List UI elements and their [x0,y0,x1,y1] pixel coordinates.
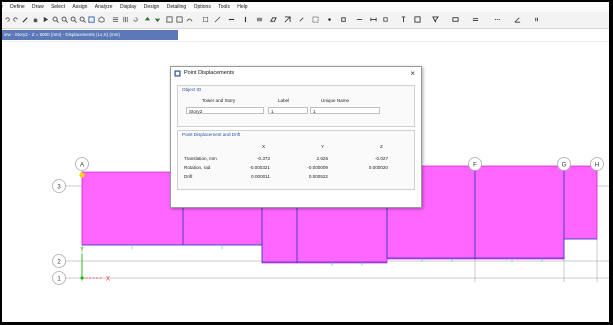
elevation-view-icon[interactable] [122,16,129,23]
label-header: Label [278,98,290,103]
rotation-x: -0.000321 [249,165,270,170]
menu-item-select[interactable]: Select [51,2,65,12]
translation-z: -0.027 [374,156,388,161]
toolbar [2,13,609,29]
draw-beam-icon[interactable] [228,16,235,23]
link-objects-icon[interactable] [494,16,501,23]
frame-objects-icon[interactable] [414,16,421,23]
menu-item-tools[interactable]: Tools [218,2,230,12]
displacement-group-title: Point Displacement and Drift [182,132,241,137]
unique-name-header: Unique Name [321,98,350,103]
menu-item-analyze[interactable]: Analyze [95,2,113,12]
undo-icon[interactable] [4,16,11,23]
set-display-icon[interactable] [176,16,183,23]
tower-story-header: Tower and Story [202,98,236,103]
diagram-segment-6 [474,165,565,260]
close-icon[interactable]: × [410,67,415,80]
angle-icon[interactable] [514,16,521,23]
etabs-window: e Define Draw Select Assign Analyze Disp… [2,2,609,322]
menu-item-draw[interactable]: Draw [32,2,44,12]
rotate-icon[interactable] [132,16,139,23]
line-style-icon[interactable] [472,16,479,23]
rotation-label: Rotation, rad [184,165,211,170]
menu-item-assign[interactable]: Assign [72,2,87,12]
drift-y: 0.000522 [308,174,328,179]
draw-link-icon[interactable] [298,16,305,23]
grid-label-f: F [473,163,477,169]
draw-wall-icon[interactable] [256,16,263,23]
lock-icon[interactable] [32,16,39,23]
quick-draw-icon[interactable] [340,16,347,23]
view-tab-bar: iew - Story2 - Z = 6000 (mm) - Displacem… [2,29,609,41]
drift-label: Drift [184,174,193,179]
area-objects-icon[interactable] [452,16,459,23]
object-id-group: Object ID Tower and Story Label Unique N… [177,85,415,127]
filter-icon[interactable] [432,16,439,23]
pan-icon[interactable] [88,16,95,23]
menu-bar: e Define Draw Select Assign Analyze Disp… [2,2,609,12]
menu-item-display[interactable]: Display [120,2,136,12]
reference-point-icon[interactable] [382,16,389,23]
object-id-group-title: Object ID [182,87,202,92]
move-down-icon[interactable] [154,16,161,23]
unique-name-field: 1 [310,107,380,114]
diagram-segment-1 [81,171,184,246]
app-icon [174,70,181,77]
section-cut-icon[interactable] [356,16,363,23]
translation-y: 2.625 [316,156,329,161]
menu-item-edit[interactable]: e [2,2,3,12]
more-tools-icon[interactable] [534,16,541,23]
draw-floor-icon[interactable] [270,16,277,23]
run-icon[interactable] [42,16,49,23]
translation-label: Translation, mm [184,156,217,161]
dialog-title: Point Displacements [184,70,235,76]
display-options-icon[interactable] [166,16,173,23]
deformed-shape-icon[interactable] [186,16,193,23]
menu-item-help[interactable]: Help [237,2,247,12]
selected-point-marker [79,172,85,178]
redo-icon[interactable] [12,16,19,23]
rotation-z: 0.000020 [368,165,388,170]
point-displacements-dialog: Point Displacements × Object ID Tower an… [170,66,422,208]
translation-x: -0.372 [256,156,270,161]
zoom-out-icon[interactable] [61,16,68,23]
view-3d-icon[interactable] [98,16,105,23]
text-icon[interactable] [400,16,407,23]
displacement-drift-group: Point Displacement and Drift X Y Z Trans… [177,130,415,190]
zoom-previous-icon[interactable] [79,16,86,23]
col-x-header: X [262,144,266,149]
menu-item-define[interactable]: Define [10,2,24,12]
move-up-icon[interactable] [144,16,151,23]
menu-item-detailing[interactable]: Detailing [167,2,186,12]
view-tab[interactable]: iew - Story2 - Z = 6000 (mm) - Displacem… [2,30,178,40]
dimension-icon[interactable] [370,16,377,23]
y-axis-label: Y [80,247,84,253]
draw-brace-icon[interactable] [284,16,291,23]
zoom-window-icon[interactable] [70,16,77,23]
col-z-header: Z [380,144,383,149]
grid-label-g: G [562,163,567,169]
story-field: Story2 [186,107,264,114]
draw-point-icon[interactable] [326,16,333,23]
dialog-title-bar: Point Displacements × [171,67,421,80]
col-y-header: Y [321,144,325,149]
drift-x: 0.000011 [251,174,270,179]
x-axis-label: X [106,277,110,283]
zoom-in-icon[interactable] [52,16,59,23]
menu-item-design[interactable]: Design [144,2,160,12]
diagram-segment-7 [563,165,598,240]
menu-item-options[interactable]: Options [194,2,211,12]
label-field: 1 [268,107,308,114]
rotation-y: -0.000009 [307,165,328,170]
edit-icon[interactable] [22,16,29,23]
select-all-icon[interactable] [312,16,319,23]
grid-label-h: H [595,163,599,169]
draw-column-icon[interactable] [242,16,249,23]
grid-lines-icon[interactable] [202,16,209,23]
plan-view-icon[interactable] [112,16,119,23]
snap-icon[interactable] [214,16,221,23]
grid-label-a: A [80,163,84,169]
